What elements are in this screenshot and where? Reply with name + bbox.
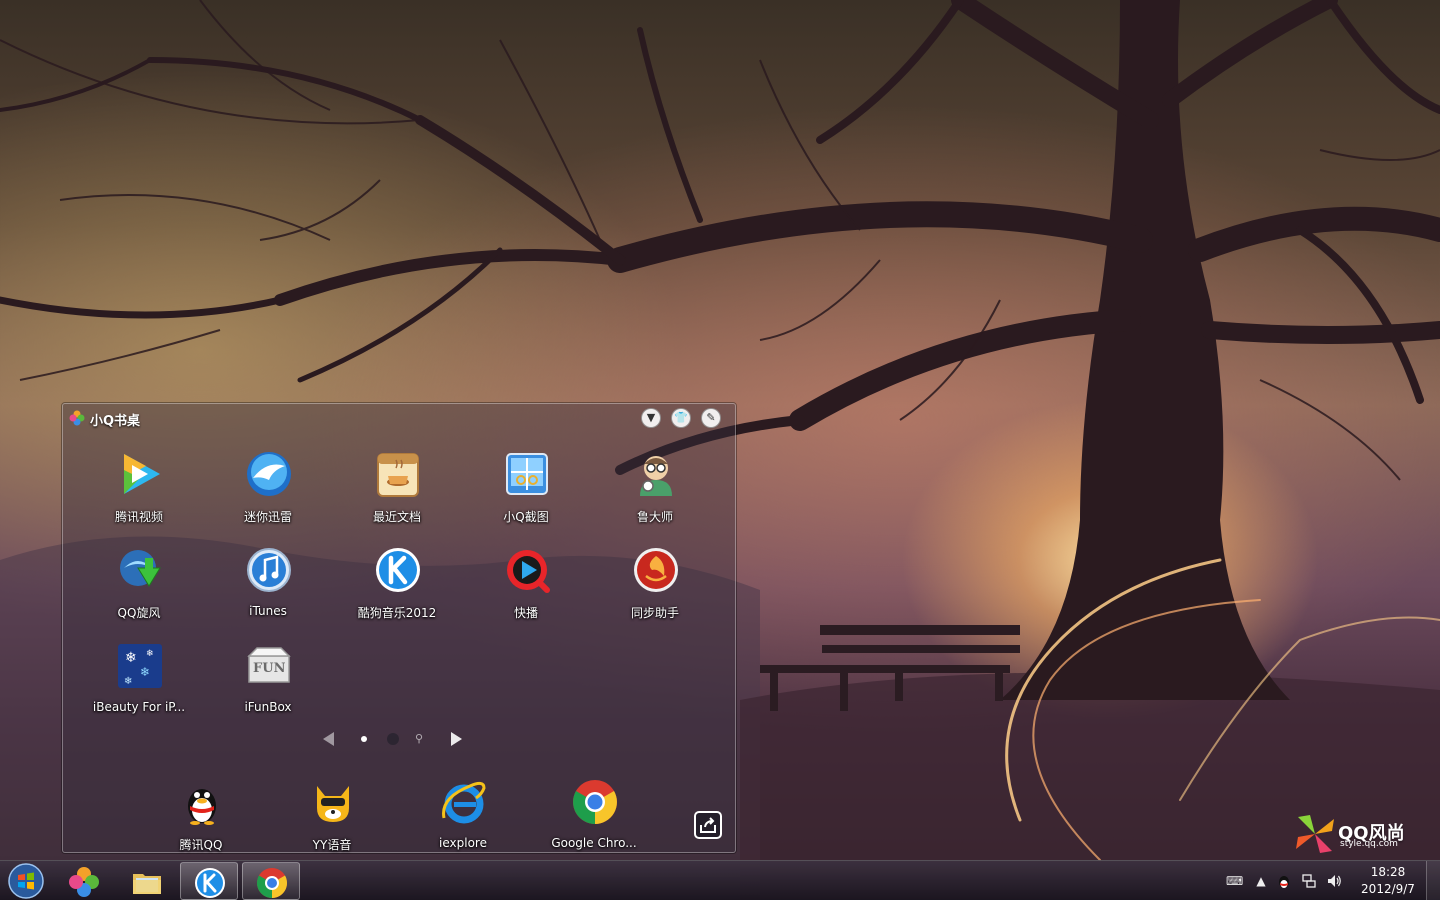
show-hidden-icons-button[interactable]: ▲ bbox=[1253, 873, 1269, 889]
widget-header: 小Q书桌 ▼ 👕 ✎ bbox=[63, 404, 735, 430]
qq-whirlwind-icon bbox=[116, 546, 164, 594]
keyboard-icon[interactable]: ⌨ bbox=[1226, 873, 1243, 889]
svg-text:❄: ❄ bbox=[124, 676, 132, 687]
brand-site: style.qq.com bbox=[1340, 839, 1398, 849]
show-desktop-button[interactable] bbox=[1426, 861, 1440, 900]
screenshot-icon bbox=[503, 450, 551, 498]
dock-app-yy[interactable]: YY语音 bbox=[272, 778, 392, 868]
volume-icon[interactable] bbox=[1326, 873, 1342, 889]
app-label: iFunBox bbox=[244, 700, 292, 714]
app-label: iexplore bbox=[439, 836, 487, 850]
desktop-widget-panel: 小Q书桌 ▼ 👕 ✎ 腾讯视频 迷你迅雷 最近文档 小Q截图 鲁大师 QQ旋风 … bbox=[62, 403, 736, 853]
app-label: 腾讯QQ bbox=[179, 838, 223, 852]
shirt-icon: 👕 bbox=[674, 411, 688, 424]
app-recent-documents[interactable]: 最近文档 bbox=[337, 450, 457, 540]
app-label: Google Chro... bbox=[551, 836, 637, 850]
tencent-video-icon bbox=[116, 450, 164, 498]
app-label: 腾讯视频 bbox=[114, 510, 163, 524]
ludashi-icon bbox=[632, 450, 680, 498]
qq-style-brand-logo: QQ风尚 style.qq.com bbox=[1294, 813, 1414, 859]
app-label: 迷你迅雷 bbox=[243, 510, 292, 524]
widget-skin-button[interactable]: 👕 bbox=[671, 408, 691, 428]
app-label: 最近文档 bbox=[372, 510, 421, 524]
share-button[interactable] bbox=[694, 811, 722, 839]
svg-text:FUN: FUN bbox=[253, 661, 286, 676]
clock-date: 2012/9/7 bbox=[1361, 882, 1415, 896]
app-ibeauty[interactable]: ❄ ❄ ❄ ❄ iBeauty For iP... bbox=[79, 642, 199, 732]
dock-app-chrome[interactable]: Google Chro... bbox=[534, 778, 654, 868]
qvod-icon bbox=[503, 546, 551, 594]
ibeauty-icon: ❄ ❄ ❄ ❄ bbox=[116, 642, 164, 690]
pencil-icon: ✎ bbox=[706, 411, 716, 424]
kugou-music-icon bbox=[374, 546, 422, 594]
svg-text:❄: ❄ bbox=[140, 665, 150, 679]
page-dot-active[interactable] bbox=[358, 733, 370, 745]
app-label: QQ旋风 bbox=[117, 606, 161, 620]
dock-app-qq[interactable]: 腾讯QQ bbox=[141, 778, 261, 868]
app-label: YY语音 bbox=[312, 838, 352, 852]
widget-dock: 腾讯QQ YY语音 iexplore Google Chro... bbox=[63, 768, 735, 854]
app-label: 酷狗音乐2012 bbox=[357, 606, 437, 620]
network-icon[interactable] bbox=[1301, 873, 1317, 889]
widget-edit-button[interactable]: ✎ bbox=[701, 408, 721, 428]
app-mini-thunder[interactable]: 迷你迅雷 bbox=[208, 450, 328, 540]
clock-time: 18:28 bbox=[1370, 865, 1406, 879]
svg-text:❄: ❄ bbox=[125, 650, 137, 666]
qq-tray-icon[interactable] bbox=[1276, 873, 1292, 889]
file-explorer-icon bbox=[133, 874, 161, 894]
yy-voice-icon bbox=[309, 778, 357, 826]
google-chrome-icon bbox=[571, 778, 619, 826]
qq-pinwheel-icon bbox=[69, 867, 99, 897]
app-label: 快播 bbox=[513, 606, 538, 620]
app-qvod[interactable]: 快播 bbox=[466, 546, 586, 636]
taskbar-kugou-music[interactable] bbox=[180, 862, 238, 900]
taskbar: ⌨ ▲ 18:28 2012/9/7 bbox=[0, 860, 1440, 900]
page-indicator: ⚲ bbox=[63, 730, 735, 750]
start-button[interactable] bbox=[6, 863, 46, 899]
page-dot[interactable] bbox=[387, 733, 399, 745]
share-arrow-icon bbox=[696, 817, 720, 840]
taskbar-file-explorer[interactable] bbox=[118, 862, 176, 900]
widget-title: 小Q书桌 bbox=[90, 414, 141, 429]
recent-documents-icon bbox=[374, 450, 422, 498]
search-icon[interactable]: ⚲ bbox=[415, 733, 427, 745]
app-label: iBeauty For iP... bbox=[92, 700, 186, 714]
dock-app-iexplore[interactable]: iexplore bbox=[403, 778, 523, 868]
itunes-icon bbox=[245, 546, 293, 594]
app-label: iTunes bbox=[249, 604, 287, 618]
previous-page-button[interactable] bbox=[323, 732, 334, 746]
app-itunes[interactable]: iTunes bbox=[208, 546, 328, 636]
ifunbox-icon: FUN bbox=[245, 642, 293, 690]
system-clock[interactable]: 18:28 2012/9/7 bbox=[1356, 864, 1420, 898]
google-chrome-icon bbox=[256, 868, 288, 898]
app-label: 同步助手 bbox=[630, 606, 679, 620]
app-label: 小Q截图 bbox=[503, 510, 549, 524]
internet-explorer-icon bbox=[440, 778, 488, 826]
app-qq-whirlwind[interactable]: QQ旋风 bbox=[79, 546, 199, 636]
app-kugou-music[interactable]: 酷狗音乐2012 bbox=[337, 546, 457, 636]
app-label: 鲁大师 bbox=[636, 510, 673, 524]
mini-thunder-icon bbox=[245, 450, 293, 498]
qq-pinwheel-icon bbox=[69, 410, 85, 426]
kugou-music-icon bbox=[195, 868, 225, 898]
sync-assistant-icon bbox=[632, 546, 680, 594]
svg-text:❄: ❄ bbox=[146, 649, 154, 659]
app-sync-assistant[interactable]: 同步助手 bbox=[595, 546, 715, 636]
windows-logo-icon bbox=[8, 863, 44, 899]
app-ifunbox[interactable]: FUN iFunBox bbox=[208, 642, 328, 732]
taskbar-google-chrome[interactable] bbox=[242, 862, 300, 900]
taskbar-qq-pinwheel[interactable] bbox=[55, 862, 113, 900]
chevron-down-icon: ▼ bbox=[646, 411, 656, 424]
app-screenshot-tool[interactable]: 小Q截图 bbox=[466, 450, 586, 540]
qq-penguin-icon bbox=[178, 778, 226, 826]
qq-pinwheel-logo-icon bbox=[1296, 815, 1334, 853]
app-tencent-video[interactable]: 腾讯视频 bbox=[79, 450, 199, 540]
app-ludashi[interactable]: 鲁大师 bbox=[595, 450, 715, 540]
next-page-button[interactable] bbox=[451, 732, 462, 746]
widget-menu-button[interactable]: ▼ bbox=[641, 408, 661, 428]
